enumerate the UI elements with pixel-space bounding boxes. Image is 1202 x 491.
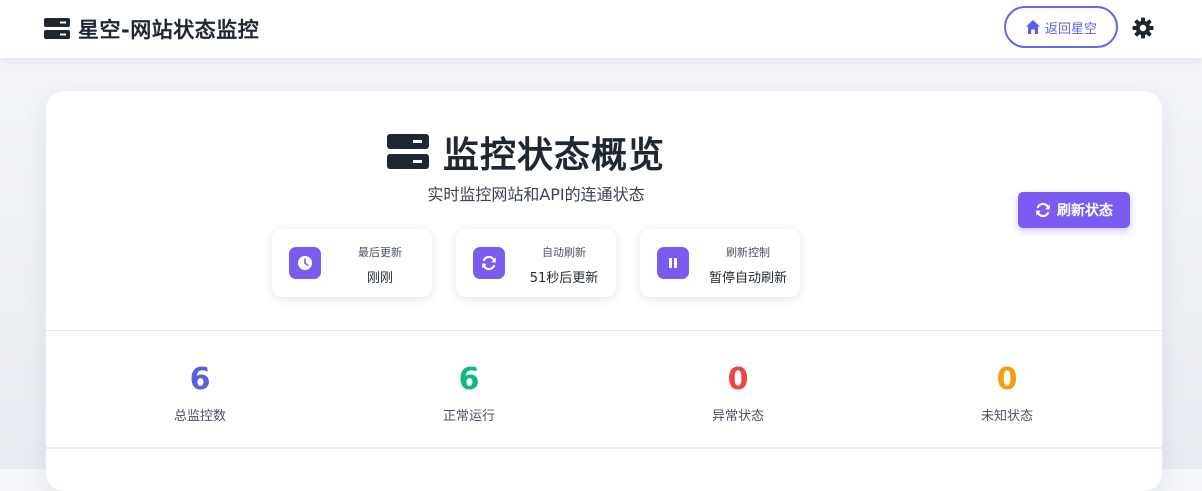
- stat-value: 6: [458, 362, 480, 397]
- stat-abnormal: 0 异常状态: [668, 361, 808, 424]
- server-icon: [387, 134, 429, 169]
- info-label: 自动刷新: [542, 246, 586, 259]
- info-label: 最后更新: [358, 246, 402, 259]
- overview-title: 监控状态概览: [387, 127, 665, 177]
- stat-total: 6 总监控数: [130, 361, 270, 424]
- refresh-control-card[interactable]: 刷新控制 暂停自动刷新: [640, 229, 800, 297]
- overview-subtitle: 实时监控网站和API的连通状态: [427, 185, 645, 204]
- refresh-icon: [1036, 202, 1050, 218]
- stat-label: 正常运行: [442, 409, 495, 424]
- sync-icon: [473, 247, 505, 279]
- info-label: 刷新控制: [726, 246, 770, 259]
- pause-icon[interactable]: [657, 247, 689, 279]
- last-update-card: 最后更新 刚刚: [272, 229, 432, 297]
- back-home-button[interactable]: 返回星空: [1004, 6, 1118, 48]
- stat-unknown: 0 未知状态: [937, 361, 1077, 424]
- auto-refresh-card: 自动刷新 51秒后更新: [456, 229, 616, 297]
- brand-title: 星空-网站状态监控: [78, 18, 260, 42]
- stat-value: 0: [727, 362, 749, 397]
- refresh-status-button[interactable]: 刷新状态: [1018, 192, 1130, 228]
- home-icon: [1025, 20, 1040, 34]
- top-navbar: 星空-网站状态监控 返回星空: [0, 0, 1202, 58]
- section-divider: [46, 330, 1162, 331]
- stat-label: 总监控数: [173, 409, 226, 424]
- stat-value: 0: [996, 362, 1018, 397]
- info-value: 51秒后更新: [529, 271, 599, 286]
- overview-card: 监控状态概览 实时监控网站和API的连通状态 刷新状态 最后更新 刚刚 自动刷新…: [46, 91, 1162, 491]
- stat-normal: 6 正常运行: [399, 361, 539, 424]
- clock-icon: [289, 247, 321, 279]
- brand[interactable]: 星空-网站状态监控: [44, 14, 259, 44]
- stat-value: 6: [189, 362, 211, 397]
- info-value: 刚刚: [366, 271, 393, 286]
- gear-icon[interactable]: [1131, 16, 1155, 40]
- section-divider: [46, 447, 1162, 449]
- pause-auto-refresh-link[interactable]: 暂停自动刷新: [696, 267, 800, 286]
- refresh-status-label: 刷新状态: [1057, 203, 1113, 219]
- overview-title-text: 监控状态概览: [443, 135, 666, 176]
- back-home-label: 返回星空: [1044, 21, 1097, 37]
- server-icon: [44, 18, 70, 39]
- stat-label: 未知状态: [980, 409, 1033, 424]
- stat-label: 异常状态: [711, 409, 764, 424]
